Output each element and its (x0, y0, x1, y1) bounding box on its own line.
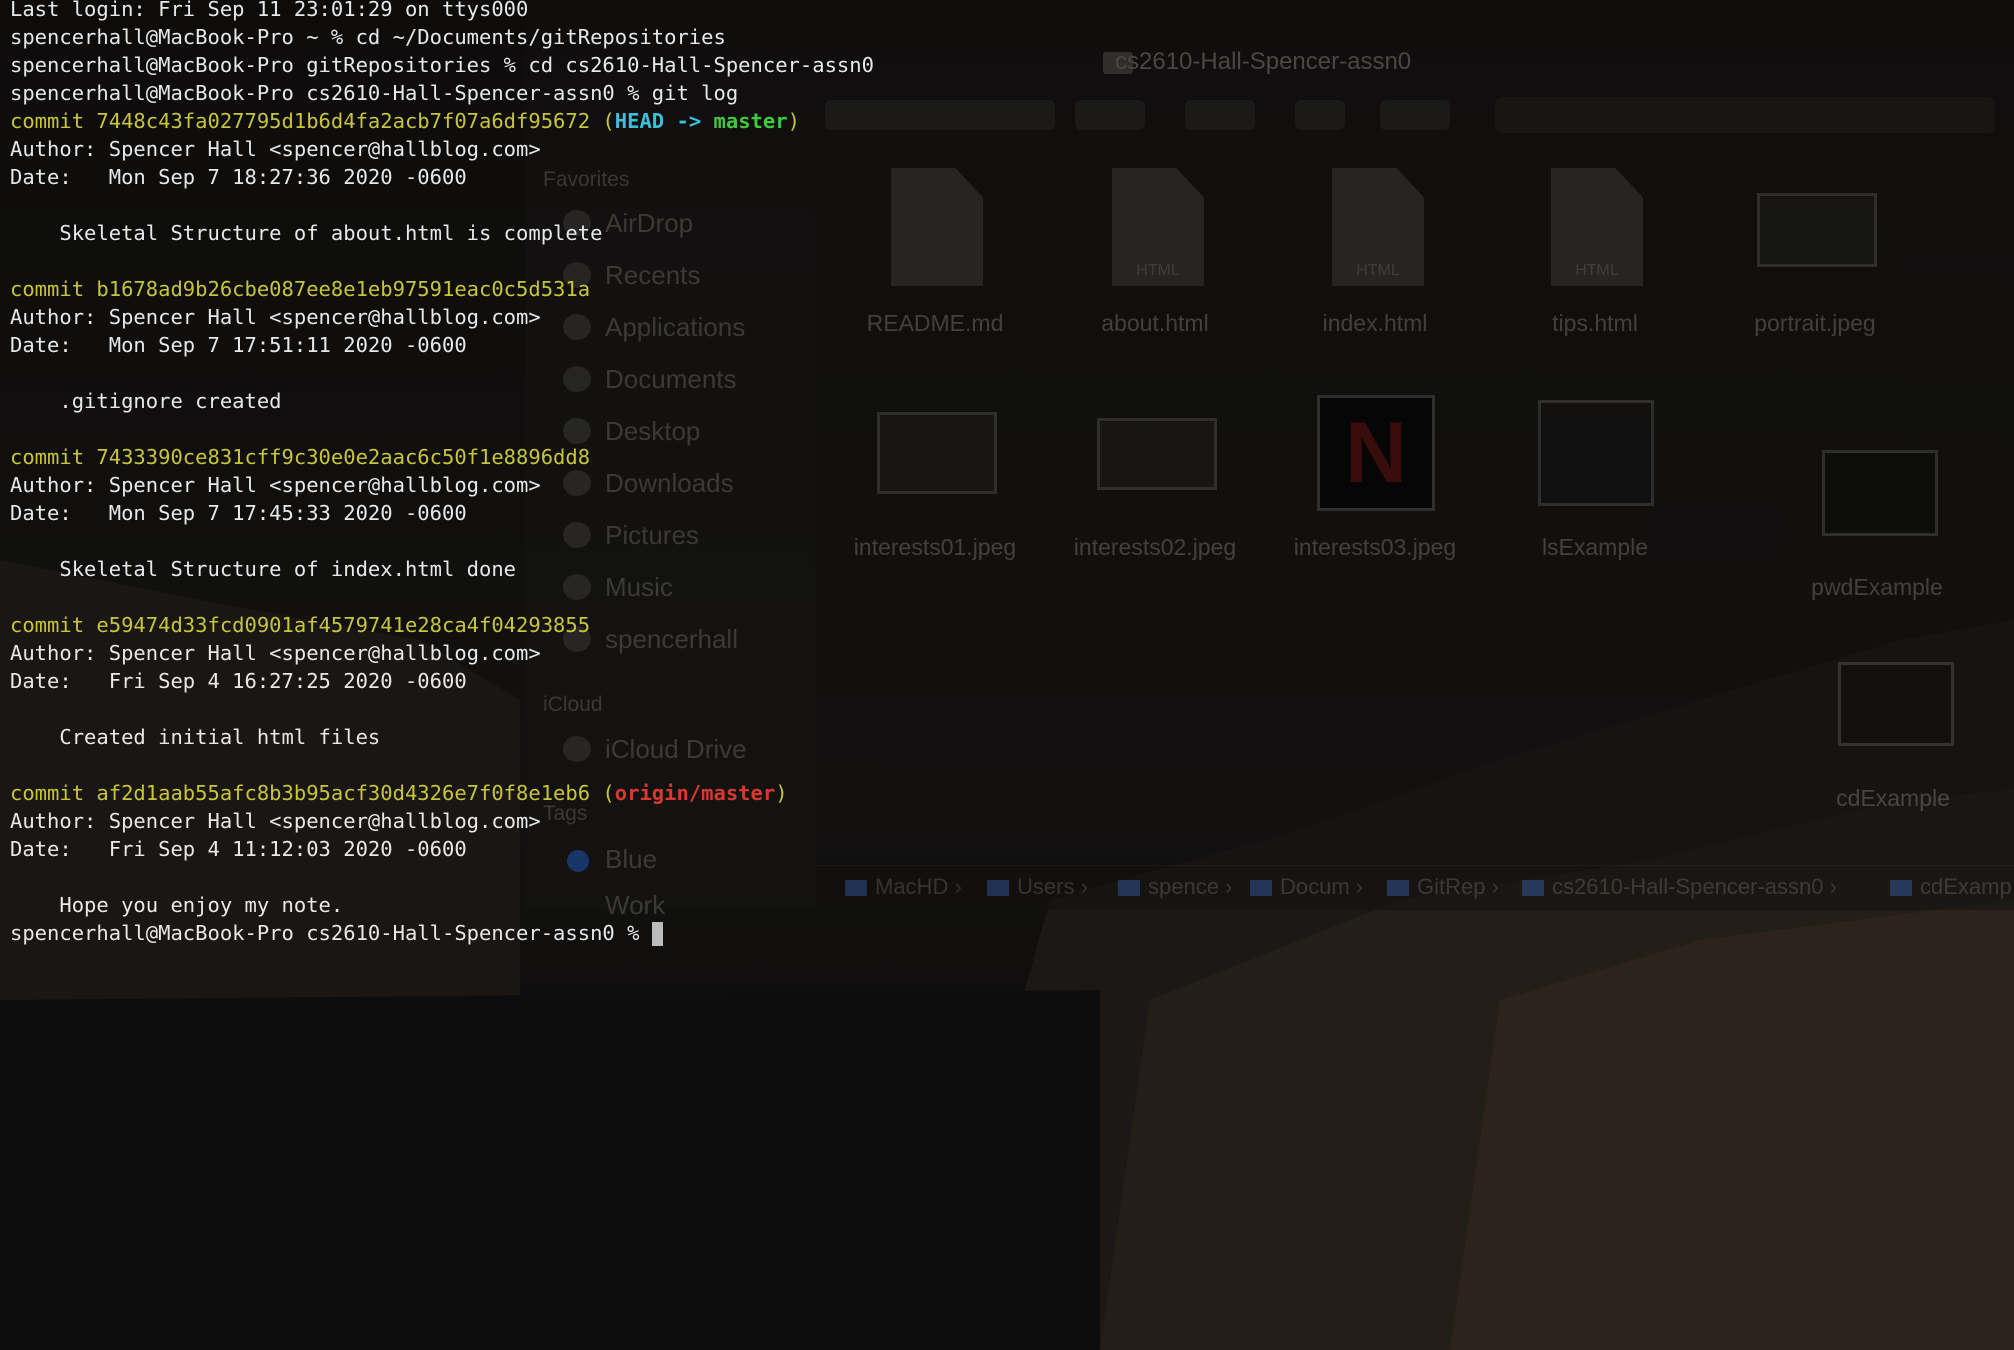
ref-open: ( (590, 109, 615, 133)
commit-hash: commit 7448c43fa027795d1b6d4fa2acb7f07a6… (10, 109, 591, 133)
commit-author: Author: Spencer Hall <spencer@hallblog.c… (10, 809, 541, 833)
ref-branch: master (713, 109, 788, 133)
commit-message: .gitignore created (10, 389, 282, 413)
terminal-line: spencerhall@MacBook-Pro gitRepositories … (10, 53, 874, 77)
prompt-text: spencerhall@MacBook-Pro cs2610-Hall-Spen… (10, 921, 652, 945)
ref-origin: origin/master (614, 781, 776, 805)
commit-hash: commit e59474d33fcd0901af4579741e28ca4f0… (10, 613, 591, 637)
commit-message: Hope you enjoy my note. (10, 893, 344, 917)
commit-message: Created initial html files (10, 725, 381, 749)
commit-line: commit af2d1aab55afc8b3b95acf30d4326e7f0… (10, 779, 788, 807)
prompt-line[interactable]: spencerhall@MacBook-Pro cs2610-Hall-Spen… (10, 919, 663, 947)
commit-date: Date: Mon Sep 7 17:45:33 2020 -0600 (10, 501, 467, 525)
commit-hash: commit 7433390ce831cff9c30e0e2aac6c50f1e… (10, 445, 591, 469)
text-cursor (651, 922, 663, 946)
terminal-line: spencerhall@MacBook-Pro cs2610-Hall-Spen… (10, 81, 739, 105)
commit-author: Author: Spencer Hall <spencer@hallblog.c… (10, 137, 541, 161)
commit-author: Author: Spencer Hall <spencer@hallblog.c… (10, 473, 541, 497)
ref-arrow: -> (664, 109, 714, 133)
commit-hash: commit af2d1aab55afc8b3b95acf30d4326e7f0… (10, 781, 591, 805)
commit-hash: commit b1678ad9b26cbe087ee8e1eb97591eac0… (10, 277, 591, 301)
terminal-line: Last login: Fri Sep 11 23:01:29 on ttys0… (10, 0, 529, 21)
terminal-window[interactable]: Last login: Fri Sep 11 23:01:29 on ttys0… (0, 0, 2014, 1350)
commit-date: Date: Fri Sep 4 11:12:03 2020 -0600 (10, 837, 467, 861)
commit-author: Author: Spencer Hall <spencer@hallblog.c… (10, 305, 541, 329)
ref-close: ) (787, 109, 800, 133)
commit-author: Author: Spencer Hall <spencer@hallblog.c… (10, 641, 541, 665)
commit-message: Skeletal Structure of index.html done (10, 557, 517, 581)
commit-date: Date: Mon Sep 7 18:27:36 2020 -0600 (10, 165, 467, 189)
ref-close: ) (775, 781, 788, 805)
commit-line: commit 7448c43fa027795d1b6d4fa2acb7f07a6… (10, 107, 800, 135)
commit-message: Skeletal Structure of about.html is comp… (10, 221, 603, 245)
ref-head: HEAD (614, 109, 665, 133)
commit-date: Date: Fri Sep 4 16:27:25 2020 -0600 (10, 669, 467, 693)
terminal-line: spencerhall@MacBook-Pro ~ % cd ~/Documen… (10, 25, 726, 49)
commit-date: Date: Mon Sep 7 17:51:11 2020 -0600 (10, 333, 467, 357)
ref-open: ( (590, 781, 615, 805)
